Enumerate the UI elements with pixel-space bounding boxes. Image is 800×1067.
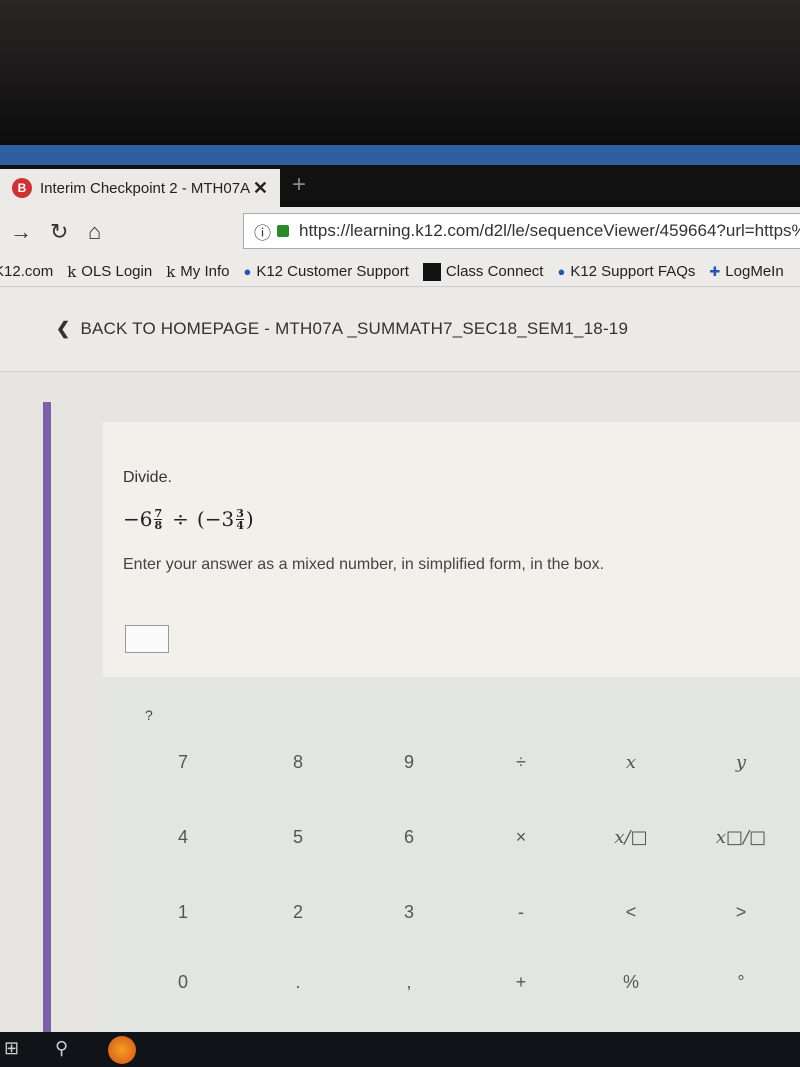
bookmark-ols-login[interactable]: k OLS Login	[67, 263, 152, 281]
bookmark-customer-support[interactable]: ● K12 Customer Support	[243, 263, 408, 280]
bookmark-label: Class Connect	[445, 263, 544, 280]
bookmark-label: K12 Support FAQs	[570, 263, 696, 280]
keypad-key[interactable]: ×	[491, 827, 551, 848]
browser-toolbar: → ↻ ⌂ ⓘ https://learning.k12.com/d2l/le/…	[0, 207, 800, 257]
page-content: ❮ BACK TO HOMEPAGE - MTH07A _SUMMATH7_SE…	[0, 287, 800, 1037]
tab-title: Interim Checkpoint 2 - MTH07A	[40, 179, 251, 197]
fraction: 78	[154, 506, 163, 532]
paren: (	[196, 507, 205, 531]
keypad-key[interactable]: 5	[268, 827, 328, 848]
numerator: 7	[154, 506, 163, 520]
paren: )	[245, 507, 254, 531]
url-text: https://learning.k12.com/d2l/le/sequence…	[299, 221, 800, 240]
whole-number: −6	[123, 507, 153, 531]
keypad-key[interactable]: 2	[268, 902, 328, 923]
forward-icon[interactable]: →	[10, 219, 32, 245]
keypad-key[interactable]: ÷	[491, 752, 551, 773]
keypad-key[interactable]: <	[601, 902, 661, 923]
lock-icon	[277, 225, 289, 237]
keypad-key[interactable]: +	[491, 972, 551, 993]
logmein-icon: ✚	[709, 263, 721, 279]
favicon-icon: B	[12, 178, 32, 198]
keypad-key[interactable]: x	[601, 752, 661, 773]
keypad-key[interactable]: °	[711, 972, 771, 993]
class-connect-icon	[422, 262, 441, 281]
bookmark-logmein[interactable]: ✚ LogMeIn	[709, 263, 783, 280]
keypad-key[interactable]: 3	[379, 902, 439, 923]
keypad-key[interactable]: %	[601, 972, 661, 993]
close-tab-icon[interactable]: ✕	[253, 178, 268, 199]
operator: ÷	[172, 507, 189, 531]
question-card: Divide. −6 78 ÷ ( −3 34 ) Enter your ans…	[103, 422, 800, 1037]
whole-number: −3	[204, 507, 235, 531]
bookmark-support-faqs[interactable]: ● K12 Support FAQs	[557, 263, 695, 280]
bookmark-label: My Info	[180, 263, 230, 280]
tab-bar: B Interim Checkpoint 2 - MTH07A ✕ +	[0, 165, 800, 207]
back-to-homepage-link[interactable]: ❮ BACK TO HOMEPAGE - MTH07A _SUMMATH7_SE…	[0, 287, 800, 372]
numerator: 3	[236, 506, 244, 520]
keypad-key[interactable]: -	[491, 902, 551, 923]
keypad-key[interactable]: 7	[153, 752, 213, 773]
denominator: 4	[236, 518, 244, 532]
firefox-icon[interactable]	[108, 1036, 136, 1064]
accent-bar	[43, 402, 51, 1032]
keypad-key[interactable]: 9	[379, 752, 439, 773]
keypad-key[interactable]: >	[711, 902, 771, 923]
denominator: 8	[154, 518, 163, 532]
keypad-key[interactable]: 1	[153, 902, 213, 923]
math-keypad: ? 7 8 9 ÷ x y 4 5 6 × x/□ x□/□ 1 2 3 - < >0., +% °	[103, 677, 800, 1037]
help-button[interactable]: ?	[145, 707, 153, 723]
address-bar[interactable]: ⓘ https://learning.k12.com/d2l/le/sequen…	[243, 213, 800, 249]
bookmark-class-connect[interactable]: Class Connect	[422, 262, 544, 281]
bookmark-my-info[interactable]: k My Info	[166, 263, 229, 281]
k12-logo-icon: k	[67, 262, 77, 281]
back-link-text: BACK TO HOMEPAGE - MTH07A _SUMMATH7_SEC1…	[80, 319, 629, 338]
taskbar: ⊞ ⚲	[0, 1032, 800, 1067]
fraction: 34	[236, 508, 244, 531]
math-expression: −6 78 ÷ ( −3 34 )	[123, 507, 254, 531]
answer-input[interactable]	[125, 625, 169, 653]
keypad-key[interactable]: 8	[268, 752, 328, 773]
bookmark-label: OLS Login	[81, 263, 153, 280]
bookmarks-bar: K12.com kOLS Login kMy Info ●K12 Custome…	[0, 257, 800, 287]
new-tab-button[interactable]: +	[292, 171, 306, 199]
cloud-icon: ●	[557, 264, 566, 279]
monitor-bezel	[0, 0, 800, 150]
info-icon[interactable]: ⓘ	[254, 219, 271, 244]
windows-start-icon[interactable]: ⊞	[4, 1038, 19, 1059]
k12-logo-icon: k	[166, 262, 176, 281]
bookmark-label: K12 Customer Support	[256, 263, 409, 280]
answer-prompt: Enter your answer as a mixed number, in …	[123, 556, 605, 573]
bookmark-label: K12.com	[0, 263, 54, 280]
search-icon[interactable]: ⚲	[55, 1038, 68, 1059]
question-instruction: Divide.	[123, 469, 172, 486]
keypad-key[interactable]: 6	[379, 827, 439, 848]
keypad-key[interactable]: .	[268, 972, 328, 993]
keypad-key[interactable]: x/□	[601, 827, 661, 848]
window-border	[0, 145, 800, 165]
home-icon[interactable]: ⌂	[88, 219, 101, 245]
bookmark-k12[interactable]: K12.com	[0, 263, 53, 280]
reload-icon[interactable]: ↻	[50, 219, 68, 245]
keypad-key[interactable]: ,	[379, 972, 439, 993]
bookmark-label: LogMeIn	[725, 263, 784, 280]
keypad-key[interactable]: x□/□	[711, 827, 771, 848]
keypad-key[interactable]: y	[711, 752, 771, 773]
browser-tab[interactable]: B Interim Checkpoint 2 - MTH07A ✕	[0, 169, 280, 207]
cloud-icon: ●	[243, 264, 252, 279]
keypad-key[interactable]: 0	[153, 972, 213, 993]
chevron-left-icon: ❮	[56, 319, 71, 338]
keypad-key[interactable]: 4	[153, 827, 213, 848]
